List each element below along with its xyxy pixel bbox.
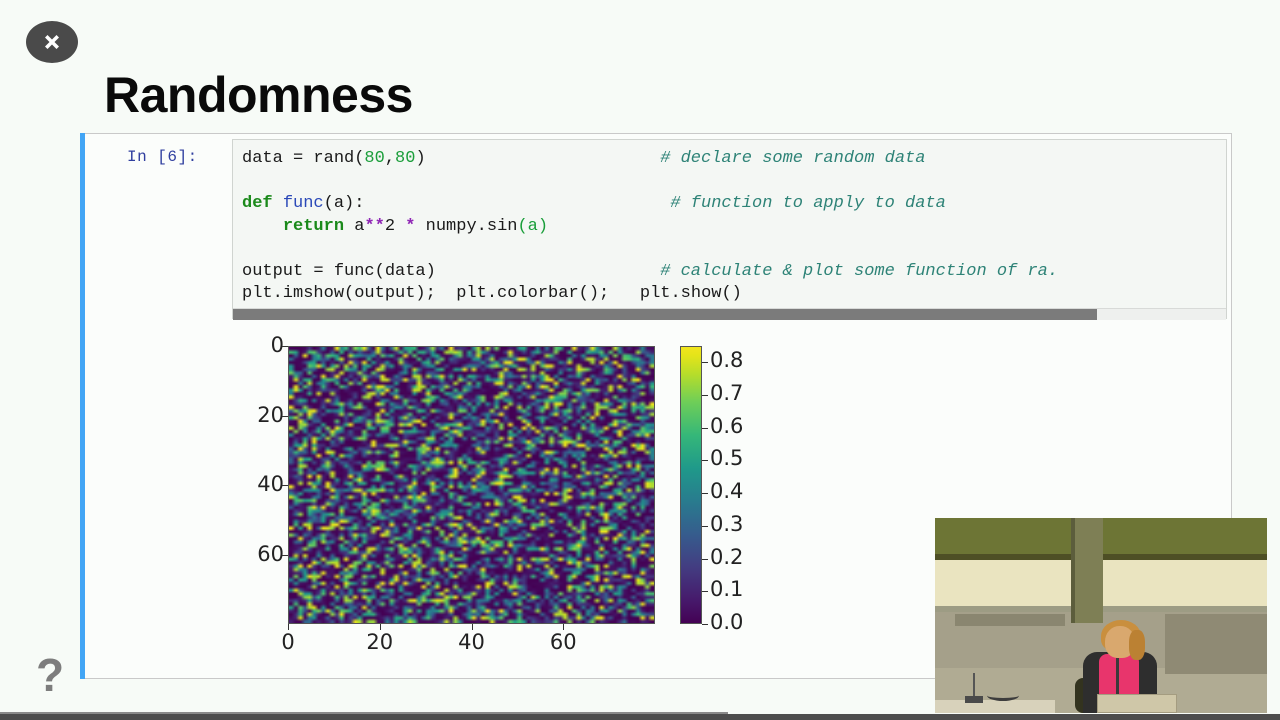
code-text: data = rand(80,80) # declare some random … — [242, 148, 1058, 306]
presenter-hair-side — [1129, 630, 1145, 660]
x-tick-mark — [471, 624, 473, 630]
code-token: func — [282, 194, 324, 213]
colorbar-tick-mark — [702, 624, 708, 625]
colorbar-tick-label: 0.6 — [710, 413, 744, 438]
y-tick-mark — [282, 415, 288, 417]
code-token: a — [344, 216, 365, 236]
close-button[interactable] — [26, 21, 78, 63]
colorbar-tick-mark — [702, 362, 708, 364]
code-scrollbar-thumb[interactable] — [233, 309, 1097, 320]
code-line: return a**2 * numpy.sin(a) — [242, 216, 742, 239]
y-tick-label: 0 — [270, 333, 284, 357]
code-comment: # declare some random data — [660, 149, 926, 168]
x-tick-label: 60 — [549, 630, 577, 654]
colorbar-tick-label: 0.5 — [710, 446, 744, 471]
colorbar-tick-label: 0.4 — [710, 479, 744, 504]
presenter-lanyard — [1116, 658, 1119, 698]
code-comment: # function to apply to data — [670, 194, 946, 213]
colorbar-tick-mark — [702, 395, 708, 397]
column — [1075, 518, 1103, 623]
colorbar-tick-label: 0.1 — [710, 577, 744, 602]
bottom-bar — [0, 714, 1280, 720]
y-tick-label: 20 — [257, 402, 284, 427]
x-tick-label: 0 — [281, 630, 295, 654]
x-tick-mark — [379, 624, 381, 630]
code-token: ) — [415, 149, 426, 168]
y-tick-mark — [282, 346, 288, 347]
y-tick-mark — [282, 485, 288, 486]
x-tick-mark — [288, 624, 289, 630]
code-token: 80 — [395, 149, 416, 168]
help-question-icon[interactable]: ? — [36, 652, 64, 698]
code-token: , — [384, 149, 396, 168]
cell-input-prompt: In [6]: — [127, 148, 198, 166]
x-tick-label: 40 — [458, 630, 485, 654]
code-token: plt.imshow(output); plt.colorbar(); plt.… — [242, 284, 742, 303]
x-tick-label: 20 — [366, 630, 394, 654]
heatmap-image — [288, 346, 655, 624]
colorbar — [680, 346, 702, 624]
code-token: ** — [364, 216, 385, 236]
colorbar-tick-mark — [702, 493, 708, 495]
plot-output: 0 20 40 60 0 20 40 60 0.8 0.7 0.6 0.5 0.4 0.3 0.2 0.1… — [240, 333, 760, 656]
cable — [987, 690, 1019, 701]
code-token: (a) — [517, 216, 549, 236]
laptop — [1097, 694, 1177, 713]
page-title: Randomness — [104, 67, 413, 123]
colorbar-tick-label: 0.7 — [710, 381, 744, 406]
floor-shadow — [1165, 614, 1267, 674]
code-comment: # calculate & plot some function of ra. — [660, 261, 1059, 281]
presenter-video-overlay[interactable] — [935, 518, 1267, 713]
colorbar-tick-mark — [702, 525, 708, 527]
close-x-icon — [45, 35, 59, 49]
code-token: * — [405, 216, 416, 236]
y-tick-mark — [282, 554, 288, 556]
colorbar-tick-label: 0.3 — [710, 511, 744, 536]
y-tick-label: 60 — [257, 541, 284, 566]
microphone-base — [965, 696, 983, 703]
code-token: (a): — [323, 194, 365, 213]
code-token: 2 — [384, 216, 406, 236]
colorbar-tick-mark — [702, 591, 708, 593]
code-scrollbar-track[interactable] — [233, 308, 1226, 320]
x-tick-mark — [563, 624, 565, 630]
colorbar-tick-label: 0.8 — [710, 348, 744, 373]
code-line: plt.imshow(output); plt.colorbar(); plt.… — [242, 283, 742, 306]
code-line: data = rand(80,80) # declare some random … — [242, 148, 925, 171]
code-token: return — [282, 216, 345, 236]
code-token: output = func(data) — [242, 261, 436, 281]
colorbar-tick-mark — [702, 427, 708, 429]
y-tick-label: 40 — [257, 472, 284, 496]
code-line: output = func(data) # calculate & plot so… — [242, 261, 1058, 284]
colorbar-tick-mark — [702, 558, 708, 560]
colorbar-tick-label: 0.2 — [710, 544, 744, 569]
code-token: def — [242, 194, 283, 213]
wall-shadow — [955, 614, 1065, 626]
cell-selected-marker — [80, 133, 85, 679]
desk — [935, 700, 1055, 713]
colorbar-tick-mark — [702, 460, 708, 462]
code-token: 80 — [364, 149, 385, 168]
code-editor[interactable]: data = rand(80,80) # declare some random … — [232, 139, 1227, 319]
code-token: numpy.sin — [415, 216, 518, 236]
colorbar-tick-label: 0.0 — [710, 610, 744, 634]
code-line: def func(a): # function to apply to data — [242, 193, 946, 216]
code-token: data = rand( — [242, 149, 365, 168]
